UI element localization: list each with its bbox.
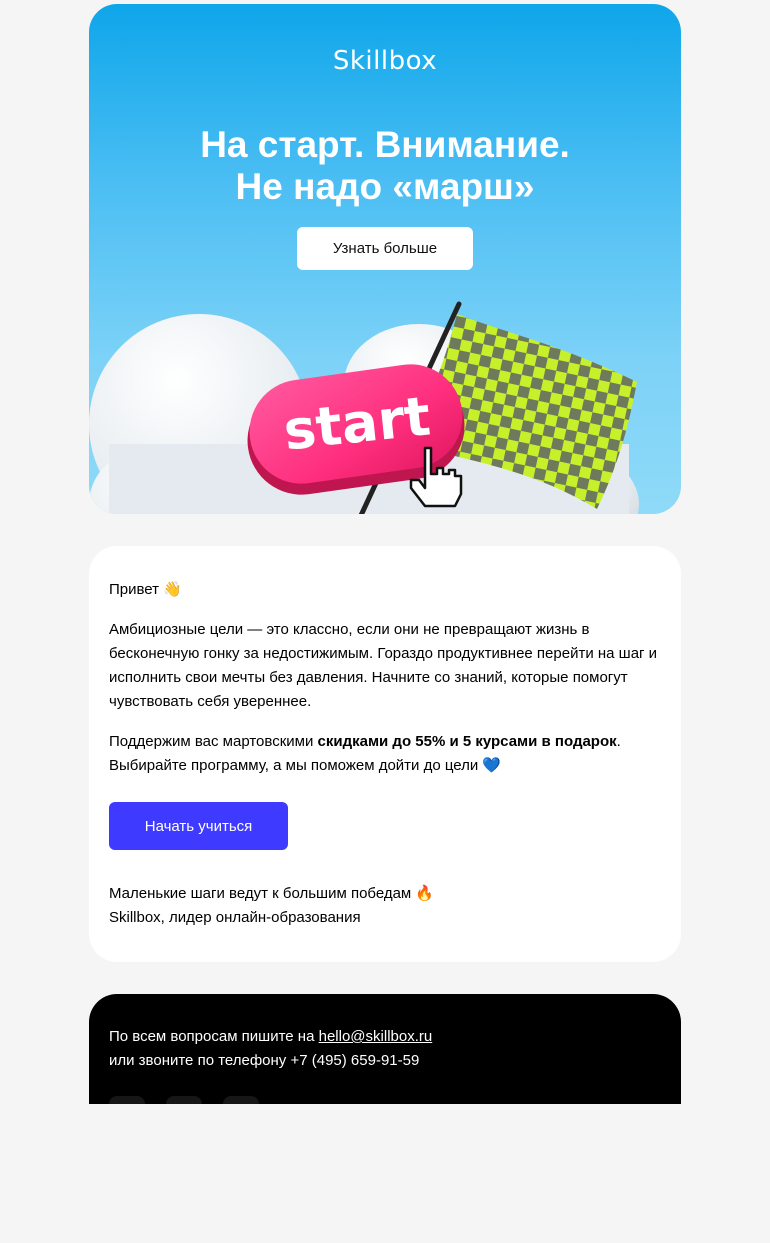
contact-phone-line: или звоните по телефону +7 (495) 659-91-…	[109, 1052, 420, 1069]
headline-line-1: На старт. Внимание.	[200, 124, 570, 165]
sign-line-1: Маленькие шаги ведут к большим победам 🔥	[109, 885, 435, 902]
hero-banner: Skillbox На старт. Внимание. Не надо «ма…	[89, 4, 681, 514]
social-icon[interactable]	[166, 1096, 202, 1104]
start-learning-button[interactable]: Начать учиться	[109, 802, 288, 850]
sign-line-2: Skillbox, лидер онлайн-образования	[109, 909, 361, 926]
social-icon[interactable]	[109, 1096, 145, 1104]
offer-prefix: Поддержим вас мартовскими	[109, 733, 318, 750]
learn-more-button[interactable]: Узнать больше	[297, 227, 473, 270]
intro-paragraph: Амбициозные цели — это классно, если они…	[109, 621, 658, 710]
headline-line-2: Не надо «марш»	[235, 166, 535, 207]
contact-email-line: По всем вопросам пишите на hello@skillbo…	[109, 1025, 432, 1049]
signature: Маленькие шаги ведут к большим победам 🔥…	[109, 882, 669, 930]
offer-paragraph: Поддержим вас мартовскими скидками до 55…	[109, 730, 669, 778]
offer-highlight: скидками до 55% и 5 курсами в подарок	[317, 733, 617, 750]
greeting-text: Привет 👋	[109, 578, 669, 602]
message-card: Привет 👋 Амбициозные цели — это классно,…	[89, 546, 681, 962]
start-illustration: start	[89, 301, 639, 514]
social-icon[interactable]	[223, 1096, 259, 1104]
hero-headline: На старт. Внимание. Не надо «марш»	[89, 124, 681, 208]
email-prefix: По всем вопросам пишите на	[109, 1028, 319, 1045]
email-link[interactable]: hello@skillbox.ru	[319, 1028, 433, 1045]
skillbox-logo: Skillbox	[332, 46, 438, 76]
greeting-label: Привет 👋	[109, 581, 182, 598]
footer: По всем вопросам пишите на hello@skillbo…	[89, 994, 681, 1104]
